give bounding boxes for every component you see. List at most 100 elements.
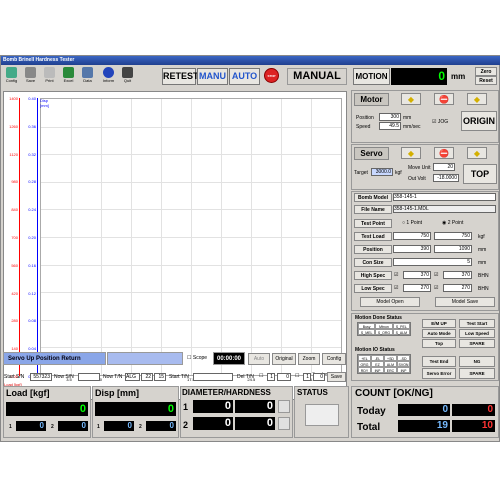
del-d[interactable]: 0	[313, 373, 325, 381]
arrow-left-icon: ◆	[407, 95, 415, 104]
load-sub1-label: 1	[9, 424, 12, 430]
motor-stop-button[interactable]: ⛔	[434, 93, 454, 105]
auto-mode-button[interactable]: Auto Mode	[422, 329, 456, 338]
diameter-row1-label: 1	[183, 402, 189, 412]
del-checkbox-2[interactable]: ☐	[295, 373, 299, 379]
jog-checkbox[interactable]: ☑ JOG	[432, 119, 448, 125]
high-spec-1[interactable]: 370	[403, 271, 431, 279]
bomb-model-field[interactable]: 358-145-1	[393, 193, 496, 201]
disp-value: 0	[95, 402, 176, 416]
config-button[interactable]: Config	[2, 66, 21, 88]
low-spec-2[interactable]: 270	[443, 284, 472, 292]
quit-button[interactable]: Quit	[118, 66, 137, 88]
high-spec-check-2[interactable]: ☑	[434, 272, 438, 278]
servo-up-button[interactable]: ◆	[467, 147, 487, 159]
disp-tick-label: 0.36	[28, 123, 36, 129]
motor-position-field[interactable]: 300	[379, 113, 401, 121]
disp-tick-label: 0.32	[28, 151, 36, 157]
serial-save-button[interactable]: Save	[327, 372, 346, 382]
excel-icon	[63, 67, 74, 78]
origin-button[interactable]: ORIGIN	[461, 111, 497, 131]
test-load-2[interactable]: 750	[434, 232, 472, 240]
ng-button[interactable]: NG	[459, 356, 495, 367]
test-load-label: Test Load	[354, 232, 392, 241]
data-button[interactable]: Data	[78, 66, 97, 88]
inform-button[interactable]: Inform	[99, 66, 118, 88]
grid-line-horizontal	[41, 126, 341, 128]
top-mode-button[interactable]: Top	[422, 339, 456, 348]
em-up-button[interactable]: E/M UP	[422, 319, 456, 328]
hardness-1: 0	[235, 400, 275, 413]
status-message: Servo Up Position Return	[3, 352, 106, 365]
servo-down-button[interactable]: ◆	[401, 147, 421, 159]
zoom-button[interactable]: Zoom	[298, 353, 320, 365]
total-ok: 19	[398, 420, 450, 432]
status-title: STATUS	[297, 388, 328, 397]
manu-button[interactable]: MANU	[197, 68, 228, 85]
low-spec-check-1[interactable]: ☑	[394, 285, 398, 291]
con-size-field[interactable]: 5	[393, 258, 472, 266]
now-tn-a[interactable]: ALG	[125, 373, 140, 381]
del-b[interactable]: 0	[277, 373, 291, 381]
today-label: Today	[357, 406, 386, 417]
spare-button-1[interactable]: SPARE	[459, 339, 495, 348]
start-sn-field[interactable]: 557323	[30, 373, 52, 381]
position-2[interactable]: 1090	[434, 245, 472, 253]
diameter-row2-label: 2	[183, 420, 189, 430]
high-spec-unit: BHN	[478, 273, 489, 279]
del-checkbox[interactable]: ☐	[259, 373, 263, 379]
config-chart-button[interactable]: Config	[322, 353, 346, 365]
low-spec-check-2[interactable]: ☑	[434, 285, 438, 291]
servo-stop-button[interactable]: ⛔	[434, 147, 454, 159]
disp-sub2: 0	[146, 421, 176, 431]
spare-button-2[interactable]: SPARE	[459, 368, 495, 379]
now-tn-c[interactable]: 15	[154, 373, 166, 381]
del-a[interactable]: 1	[267, 373, 275, 381]
zero-button[interactable]: Zero	[475, 67, 497, 76]
model-save-button[interactable]: Model Save	[435, 297, 495, 307]
retest-button[interactable]: RETEST	[162, 68, 199, 85]
motor-left-button[interactable]: ◆	[401, 93, 421, 105]
high-spec-check-1[interactable]: ☑	[394, 272, 398, 278]
point2-radio[interactable]: ◉ 2 Point	[442, 220, 463, 226]
disp-tick-label: 0.16	[28, 262, 36, 268]
motor-speed-field[interactable]: 49.5	[379, 122, 401, 130]
motion-io-title: Motion IO Status	[355, 347, 395, 353]
low-speed-button[interactable]: Low Speed	[459, 329, 495, 338]
reset-button[interactable]: Reset	[475, 76, 497, 85]
high-spec-2[interactable]: 370	[443, 271, 472, 279]
test-end-button[interactable]: Test End	[422, 356, 456, 367]
now-tn-b[interactable]: 22	[141, 373, 153, 381]
excel-button[interactable]: Excel	[59, 66, 78, 88]
auto-button[interactable]: AUTO	[229, 68, 260, 85]
print-button[interactable]: Print	[40, 66, 59, 88]
target-field[interactable]: 3000.0	[371, 168, 393, 176]
motor-right-button[interactable]: ◆	[467, 93, 487, 105]
low-spec-1[interactable]: 270	[403, 284, 431, 292]
position-1[interactable]: 390	[393, 245, 431, 253]
save-button[interactable]: Save	[21, 66, 40, 88]
grid-line-horizontal	[41, 264, 341, 266]
target-label: Target	[354, 170, 368, 176]
disp-tick-label: 0.20	[28, 235, 36, 240]
stop-button[interactable]: STOP	[264, 68, 279, 83]
now-sn-field[interactable]	[78, 373, 100, 381]
load-tick-label: 1260	[9, 123, 18, 129]
test-load-1[interactable]: 750	[393, 232, 431, 240]
original-button[interactable]: Original	[272, 353, 296, 365]
move-unit-select[interactable]: 20	[433, 163, 455, 171]
quit-icon	[122, 67, 133, 78]
point1-radio[interactable]: ○ 1 Point	[402, 220, 422, 226]
del-c[interactable]: 1	[303, 373, 311, 381]
model-open-button[interactable]: Model Open	[360, 297, 420, 307]
top-button[interactable]: TOP	[463, 164, 497, 184]
servo-error-button[interactable]: Servo Error	[422, 368, 456, 379]
auto-zoom-button[interactable]: Auto	[248, 353, 270, 365]
disp-tick-label: 0.04	[28, 346, 36, 352]
grid-line-horizontal	[41, 181, 341, 183]
start-tn-field[interactable]	[193, 373, 233, 381]
test-start-button[interactable]: Test Start	[459, 319, 495, 328]
load-tick-label: 420	[11, 290, 18, 296]
motor-position-label: Position	[356, 115, 374, 121]
scope-checkbox[interactable]: ☐ Scope	[187, 355, 207, 361]
